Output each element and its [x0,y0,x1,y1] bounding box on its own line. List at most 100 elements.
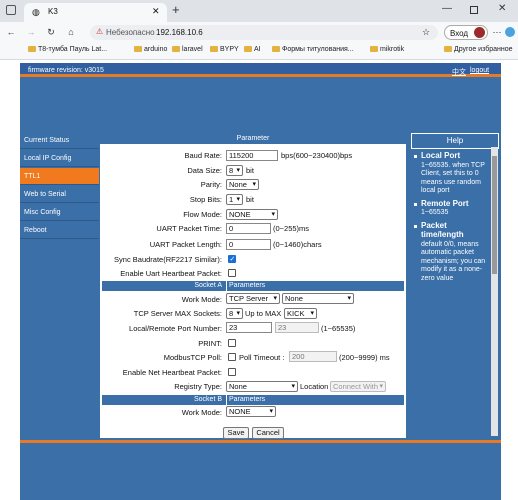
bookmark-item[interactable]: arduino [134,46,167,53]
top-bar: firmware revision: v3015 中文 logout [20,63,501,77]
work-mode-label: Work Mode: [181,295,222,304]
uart-heartbeat-label: Enable Uart Heartbeat Packet: [120,269,222,278]
parity-label: Parity: [200,180,222,189]
baud-rate-label: Baud Rate: [184,151,222,160]
star-icon[interactable]: ☆ [422,27,430,38]
login-label: Вход [450,29,469,38]
baud-rate-input[interactable]: 115200 [226,150,278,161]
bookmark-item[interactable]: Т8-тумба Пауль Lat... [28,46,107,53]
globe-icon: ◍ [32,7,40,17]
folder-icon [172,46,180,53]
work-mode-b-label: Work Mode: [181,408,222,417]
maximize-icon[interactable] [470,6,478,14]
folder-icon [272,46,280,53]
footer-bar [20,440,501,500]
help-item: Packet time/length default 0/0, means aut… [411,221,490,284]
home-icon[interactable]: ⌂ [64,24,78,40]
new-tab-icon[interactable]: + [172,2,180,17]
save-button[interactable]: Save [223,427,249,439]
bookmark-item[interactable]: BYPY [210,46,239,53]
insecure-label: Небезопасно [106,28,155,37]
menu-reboot[interactable]: Reboot [20,222,99,239]
socket-b-parameters: Parameters [226,395,265,405]
port-number-hint: (1~65535) [321,324,356,333]
menu-web-to-serial[interactable]: Web to Serial [20,186,99,203]
uart-packet-time-label: UART Packet Time: [156,224,222,233]
folder-icon [370,46,378,53]
local-port-input[interactable]: 23 [226,322,272,333]
language-link[interactable]: 中文 [452,67,466,77]
stop-bits-label: Stop Bits: [189,195,222,204]
close-tab-icon[interactable]: ✕ [152,6,160,17]
close-window-icon[interactable]: ✕ [498,3,506,14]
menu-local-ip-config[interactable]: Local IP Config [20,150,99,167]
folder-icon [444,46,452,53]
work-mode-sub-select[interactable]: None [282,293,354,304]
poll-timeout-hint: (200~9999) ms [339,353,390,362]
data-size-unit: bit [246,166,254,175]
uart-packet-length-label: UART Packet Length: [149,240,222,249]
max-sockets-text: Up to MAX [245,309,282,318]
work-mode-select[interactable]: TCP Server [226,293,280,304]
window-menu-icon[interactable] [6,5,16,15]
socket-a-parameters: Parameters [226,281,265,291]
bookmark-item[interactable]: laravel [172,46,203,53]
uart-packet-length-hint: (0~1460)chars [273,240,322,249]
print-checkbox[interactable] [228,339,236,347]
max-sockets-select[interactable]: 8 [226,308,243,319]
folder-icon [244,46,252,53]
logout-link[interactable]: logout [470,67,489,74]
browser-tab[interactable]: ◍ K3 ✕ [24,3,167,22]
tab-title: K3 [48,7,58,16]
panel-title: Parameter [100,133,406,144]
stop-bits-select[interactable]: 1 [226,194,243,205]
socket-b-header: Socket B Parameters [102,395,404,405]
url-field[interactable]: ⚠ Небезопасно 192.168.10.6 ☆ [90,25,438,40]
baud-rate-hint: bps(600~230400)bps [281,151,353,160]
uart-packet-time-hint: (0~255)ms [273,224,310,233]
menu-ttl1[interactable]: TTL1 [20,168,99,185]
more-icon[interactable]: ⋯ [492,24,502,40]
bookmark-item[interactable]: Формы титулования... [272,46,354,53]
sync-baudrate-checkbox[interactable] [228,255,236,263]
folder-icon [134,46,142,53]
stop-bits-unit: bit [246,195,254,204]
net-heartbeat-checkbox[interactable] [228,368,236,376]
data-size-label: Data Size: [187,166,222,175]
reload-icon[interactable]: ↻ [44,24,58,40]
uart-packet-length-input[interactable]: 0 [226,239,271,250]
print-label: PRINT: [198,339,222,348]
header-banner [20,80,501,131]
back-icon[interactable]: ← [4,24,18,40]
modbus-poll-checkbox[interactable] [228,353,236,361]
help-scrollbar-thumb[interactable] [492,156,497,274]
cancel-button[interactable]: Cancel [252,427,284,439]
flow-mode-label: Flow Mode: [183,210,222,219]
avatar [474,27,485,38]
help-item: Local Port 1~65535. when TCP Client, set … [411,151,490,196]
work-mode-b-select[interactable]: NONE [226,406,276,417]
parity-select[interactable]: None [226,179,259,190]
forward-icon: → [26,27,36,37]
max-sockets-label: TCP Server MAX Sockets: [133,309,222,318]
flow-mode-select[interactable]: NONE [226,209,278,220]
menu-current-status[interactable]: Current Status [20,132,99,149]
folder-icon [210,46,218,53]
uart-packet-time-input[interactable]: 0 [226,223,271,234]
data-size-select[interactable]: 8 [226,165,243,176]
modbus-poll-label: ModbusTCP Poll: [163,353,222,362]
registry-type-select[interactable]: None [226,381,298,392]
other-bookmarks[interactable]: Другое избранное [444,46,513,53]
max-sockets-action-select[interactable]: KICK [284,308,317,319]
menu-misc-config[interactable]: Misc Config [20,204,99,221]
minimize-icon[interactable]: — [442,3,452,14]
uart-heartbeat-checkbox[interactable] [228,269,236,277]
bookmark-item[interactable]: mikrotik [370,46,404,53]
copilot-icon[interactable] [505,27,515,37]
login-button[interactable]: Вход [444,25,488,40]
net-heartbeat-label: Enable Net Heartbeat Packet: [122,368,222,377]
poll-timeout-input: 200 [289,351,337,362]
location-select: Connect With [330,381,386,392]
folder-icon [28,46,36,53]
bookmark-item[interactable]: AI [244,46,261,53]
